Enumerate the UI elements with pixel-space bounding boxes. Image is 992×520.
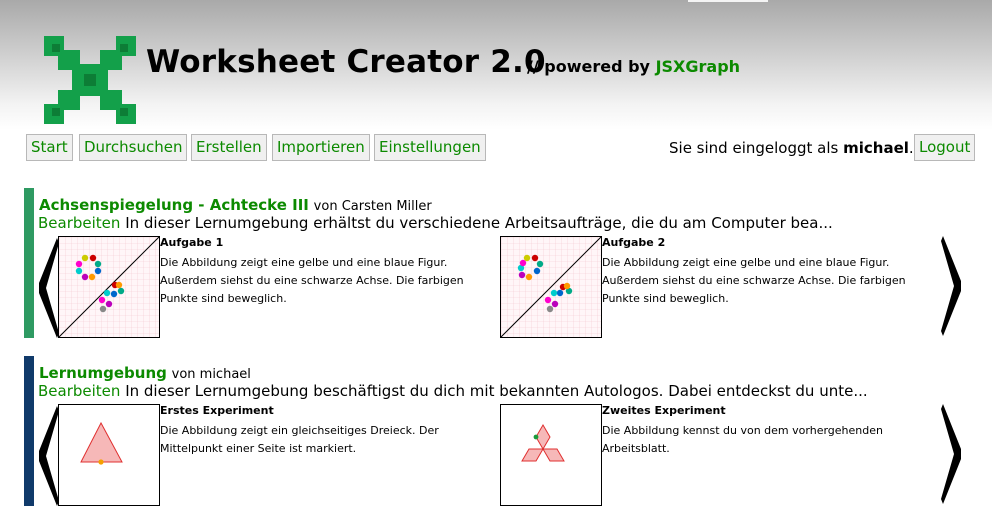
card-accent-bar (24, 188, 34, 338)
task-thumbnail[interactable] (500, 236, 602, 338)
nav-start-button[interactable]: Start (26, 134, 73, 161)
edit-link[interactable]: Bearbeiten (38, 214, 120, 232)
chevron-right-icon[interactable] (941, 404, 963, 504)
card-heading: Lernumgebung von michael (39, 364, 251, 382)
task-title: Aufgabe 2 (602, 236, 666, 249)
login-status: Sie sind eingeloggt als michael. (669, 139, 914, 157)
reflection-figure-icon (501, 237, 601, 337)
nav-erstellen-button[interactable]: Erstellen (191, 134, 267, 161)
card-author: von michael (171, 367, 251, 382)
card-accent-bar (24, 356, 34, 506)
app-title: Worksheet Creator 2.0 (146, 44, 546, 80)
task-thumbnail[interactable] (58, 404, 160, 506)
task-title: Zweites Experiment (602, 404, 726, 417)
login-prefix: Sie sind eingeloggt als (669, 139, 839, 157)
task-description: Die Abbildung kennst du von dem vorherge… (602, 424, 883, 455)
task-title: Erstes Experiment (160, 404, 274, 417)
three-diamond-logo-icon (521, 424, 565, 462)
triangle-figure-icon (80, 421, 123, 465)
card-description-text: In dieser Lernumgebung beschäftigst du d… (125, 382, 868, 400)
card-title-link[interactable]: Lernumgebung (39, 364, 167, 382)
task-description: Die Abbildung zeigt eine gelbe und eine … (602, 256, 906, 305)
top-divider (688, 0, 768, 2)
powered-prefix: // powered by (527, 57, 650, 76)
logout-button[interactable]: Logout (914, 134, 976, 161)
reflection-figure-icon (59, 237, 159, 337)
chevron-left-icon[interactable] (37, 238, 59, 338)
nav-einstellungen-button[interactable]: Einstellungen (374, 134, 486, 161)
card-description: Bearbeiten In dieser Lernumgebung beschä… (38, 382, 868, 400)
task-description: Die Abbildung zeigt eine gelbe und eine … (160, 256, 464, 305)
edit-link[interactable]: Bearbeiten (38, 382, 120, 400)
powered-by: // powered by JSXGraph (527, 57, 740, 76)
card-description: Bearbeiten In dieser Lernumgebung erhält… (38, 214, 833, 232)
task-title: Aufgabe 1 (160, 236, 224, 249)
task-thumbnail[interactable] (500, 404, 602, 506)
chevron-left-icon[interactable] (37, 406, 59, 506)
card-heading: Achsenspiegelung - Achtecke III von Cars… (39, 196, 432, 214)
card-description-text: In dieser Lernumgebung erhältst du versc… (125, 214, 833, 232)
task-description: Die Abbildung zeigt ein gleichseitiges D… (160, 424, 439, 455)
nav-importieren-button[interactable]: Importieren (272, 134, 370, 161)
chevron-right-icon[interactable] (941, 236, 963, 336)
task-thumbnail[interactable] (58, 236, 160, 338)
login-suffix: . (908, 139, 914, 157)
username: michael (843, 139, 909, 157)
card-title-link[interactable]: Achsenspiegelung - Achtecke III (39, 196, 309, 214)
card-author: von Carsten Miller (313, 199, 432, 214)
jsxgraph-link[interactable]: JSXGraph (656, 57, 740, 76)
nav-durchsuchen-button[interactable]: Durchsuchen (79, 134, 188, 161)
jsxgraph-logo-icon[interactable] (44, 36, 136, 124)
